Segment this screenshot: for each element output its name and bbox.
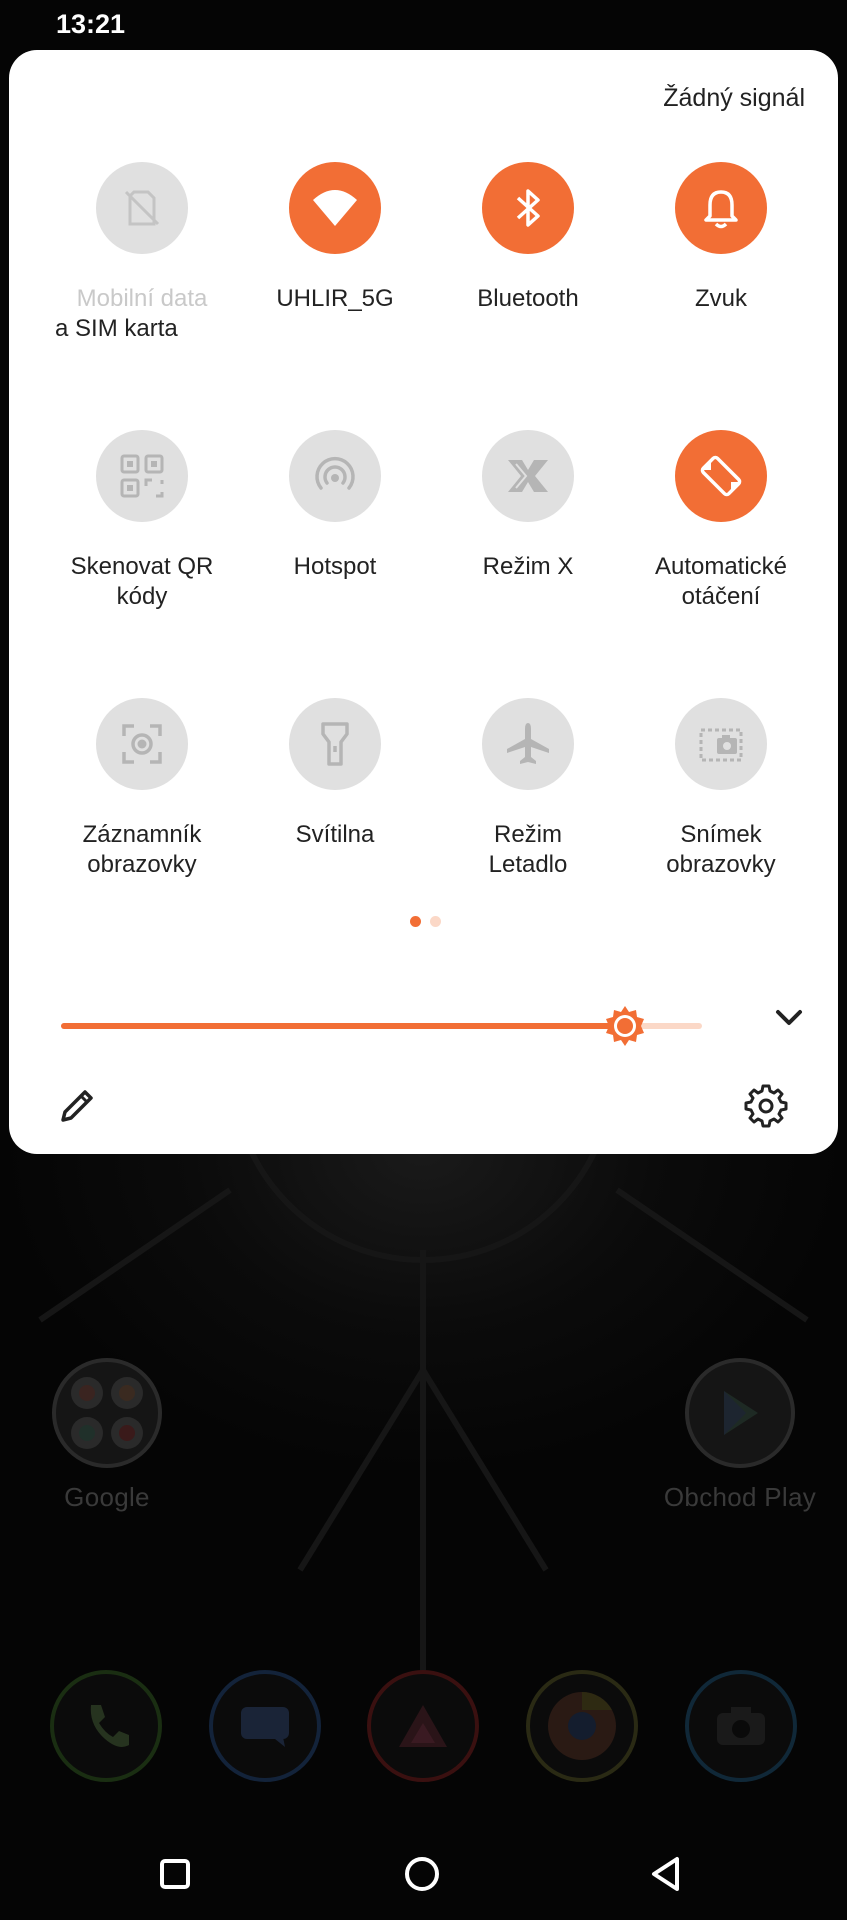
recents-square-icon[interactable] (145, 1844, 205, 1904)
dock (0, 1670, 847, 1782)
tile-screen-recorder[interactable]: Záznamník obrazovky (47, 698, 237, 880)
expand-chevron-down-icon[interactable] (764, 993, 814, 1043)
tile-qr-scan-label-line1: Skenovat QR (70, 553, 214, 580)
tile-screen-recorder-label-line1: Záznamník (82, 821, 202, 848)
tile-sound-label: Zvuk (694, 285, 747, 312)
tile-flashlight-button[interactable] (289, 698, 381, 790)
play-store-icon (685, 1358, 795, 1468)
phone-app-icon[interactable] (50, 1670, 162, 1782)
tile-screen-recorder-label: Záznamník obrazovky (47, 820, 237, 880)
tile-flashlight-label: Svítilna (295, 821, 375, 848)
tile-qr-scan[interactable]: Skenovat QR kódy (47, 430, 237, 612)
tile-wifi[interactable]: UHLIR_5G (240, 162, 430, 314)
airplane-icon (507, 723, 549, 764)
brightness-track-fill (61, 1023, 625, 1029)
edit-pencil-icon[interactable] (53, 1082, 101, 1130)
google-folder-icon (52, 1358, 162, 1468)
bluetooth-icon (516, 189, 540, 227)
rotate-icon (700, 455, 742, 497)
asus-app-icon[interactable] (367, 1670, 479, 1782)
tile-screenshot-label-line1: Snímek (680, 821, 762, 848)
camera-app-icon[interactable] (685, 1670, 797, 1782)
home-app-play-store[interactable]: Obchod Play (660, 1358, 820, 1513)
bell-icon (704, 190, 738, 229)
tile-x-mode[interactable]: Režim X (433, 430, 623, 582)
tile-auto-rotate-label: Automatické otáčení (626, 552, 816, 612)
tile-hotspot[interactable]: Hotspot (240, 430, 430, 582)
flashlight-icon (321, 722, 349, 766)
quick-settings-panel: Žádný signál Mobilní data a SIM karta UH… (9, 50, 838, 1154)
tile-wifi-label: UHLIR_5G (276, 285, 394, 312)
brightness-thumb-sun-icon[interactable] (603, 1004, 647, 1048)
tile-screen-recorder-button[interactable] (96, 698, 188, 790)
tile-qr-scan-label-line2: kódy (116, 583, 168, 610)
x-mode-icon (508, 460, 548, 492)
home-app-label: Obchod Play (663, 1482, 817, 1512)
status-time: 13:21 (56, 9, 126, 39)
home-app-label: Google (64, 1482, 150, 1512)
tile-hotspot-label: Hotspot (293, 553, 377, 580)
back-triangle-icon[interactable] (637, 1844, 697, 1904)
tile-airplane-label: Režim Letadlo (433, 820, 623, 880)
tile-screenshot-label-line2: obrazovky (666, 851, 776, 878)
status-bar: 13:21 (0, 0, 847, 48)
tile-wifi-button[interactable] (289, 162, 381, 254)
tile-bluetooth-button[interactable] (482, 162, 574, 254)
page-dot-inactive[interactable] (430, 916, 441, 927)
tile-screenshot-label: Snímek obrazovky (626, 820, 816, 880)
page-indicator (9, 916, 838, 928)
network-status: Žádný signál (663, 84, 805, 112)
tile-mobile-data-sublabel: a SIM karta (55, 315, 178, 342)
page-dot-active[interactable] (410, 916, 421, 927)
screen-record-icon (122, 724, 162, 764)
tile-x-mode-button[interactable] (482, 430, 574, 522)
tile-bluetooth[interactable]: Bluetooth (433, 162, 623, 314)
tile-screenshot-button[interactable] (675, 698, 767, 790)
messages-app-icon[interactable] (209, 1670, 321, 1782)
home-circle-icon[interactable] (392, 1844, 452, 1904)
tile-airplane[interactable]: Režim Letadlo (433, 698, 623, 880)
tile-qr-scan-label: Skenovat QR kódy (47, 552, 237, 612)
screenshot-icon (699, 728, 743, 762)
tile-auto-rotate[interactable]: Automatické otáčení (626, 430, 816, 612)
home-app-google-folder[interactable]: Google (27, 1358, 187, 1513)
tile-sound-button[interactable] (675, 162, 767, 254)
wifi-icon (313, 190, 357, 226)
tile-auto-rotate-label-line2: otáčení (681, 583, 761, 610)
tile-airplane-label-line1: Režim (493, 821, 562, 848)
tile-screenshot[interactable]: Snímek obrazovky (626, 698, 816, 880)
hotspot-icon (315, 457, 355, 490)
tile-bluetooth-label: Bluetooth (477, 285, 579, 312)
tile-mobile-data[interactable]: Mobilní data a SIM karta (47, 162, 237, 344)
tile-flashlight[interactable]: Svítilna (240, 698, 430, 850)
tile-x-mode-label: Režim X (482, 553, 574, 580)
navigation-bar (0, 1830, 847, 1920)
tile-auto-rotate-button[interactable] (675, 430, 767, 522)
chrome-app-icon[interactable] (526, 1670, 638, 1782)
tile-screen-recorder-label-line2: obrazovky (87, 851, 197, 878)
no-sim-icon (124, 190, 160, 226)
tile-auto-rotate-label-line1: Automatické (654, 553, 788, 580)
tile-qr-scan-button[interactable] (96, 430, 188, 522)
qr-code-icon (120, 454, 164, 498)
tile-airplane-label-line2: Letadlo (488, 851, 568, 878)
tile-hotspot-button[interactable] (289, 430, 381, 522)
settings-gear-icon[interactable] (742, 1082, 790, 1130)
tile-mobile-data-button[interactable] (96, 162, 188, 254)
tile-airplane-button[interactable] (482, 698, 574, 790)
tile-sound[interactable]: Zvuk (626, 162, 816, 314)
brightness-slider[interactable] (61, 1004, 716, 1048)
tile-mobile-data-label: Mobilní data (76, 285, 208, 312)
